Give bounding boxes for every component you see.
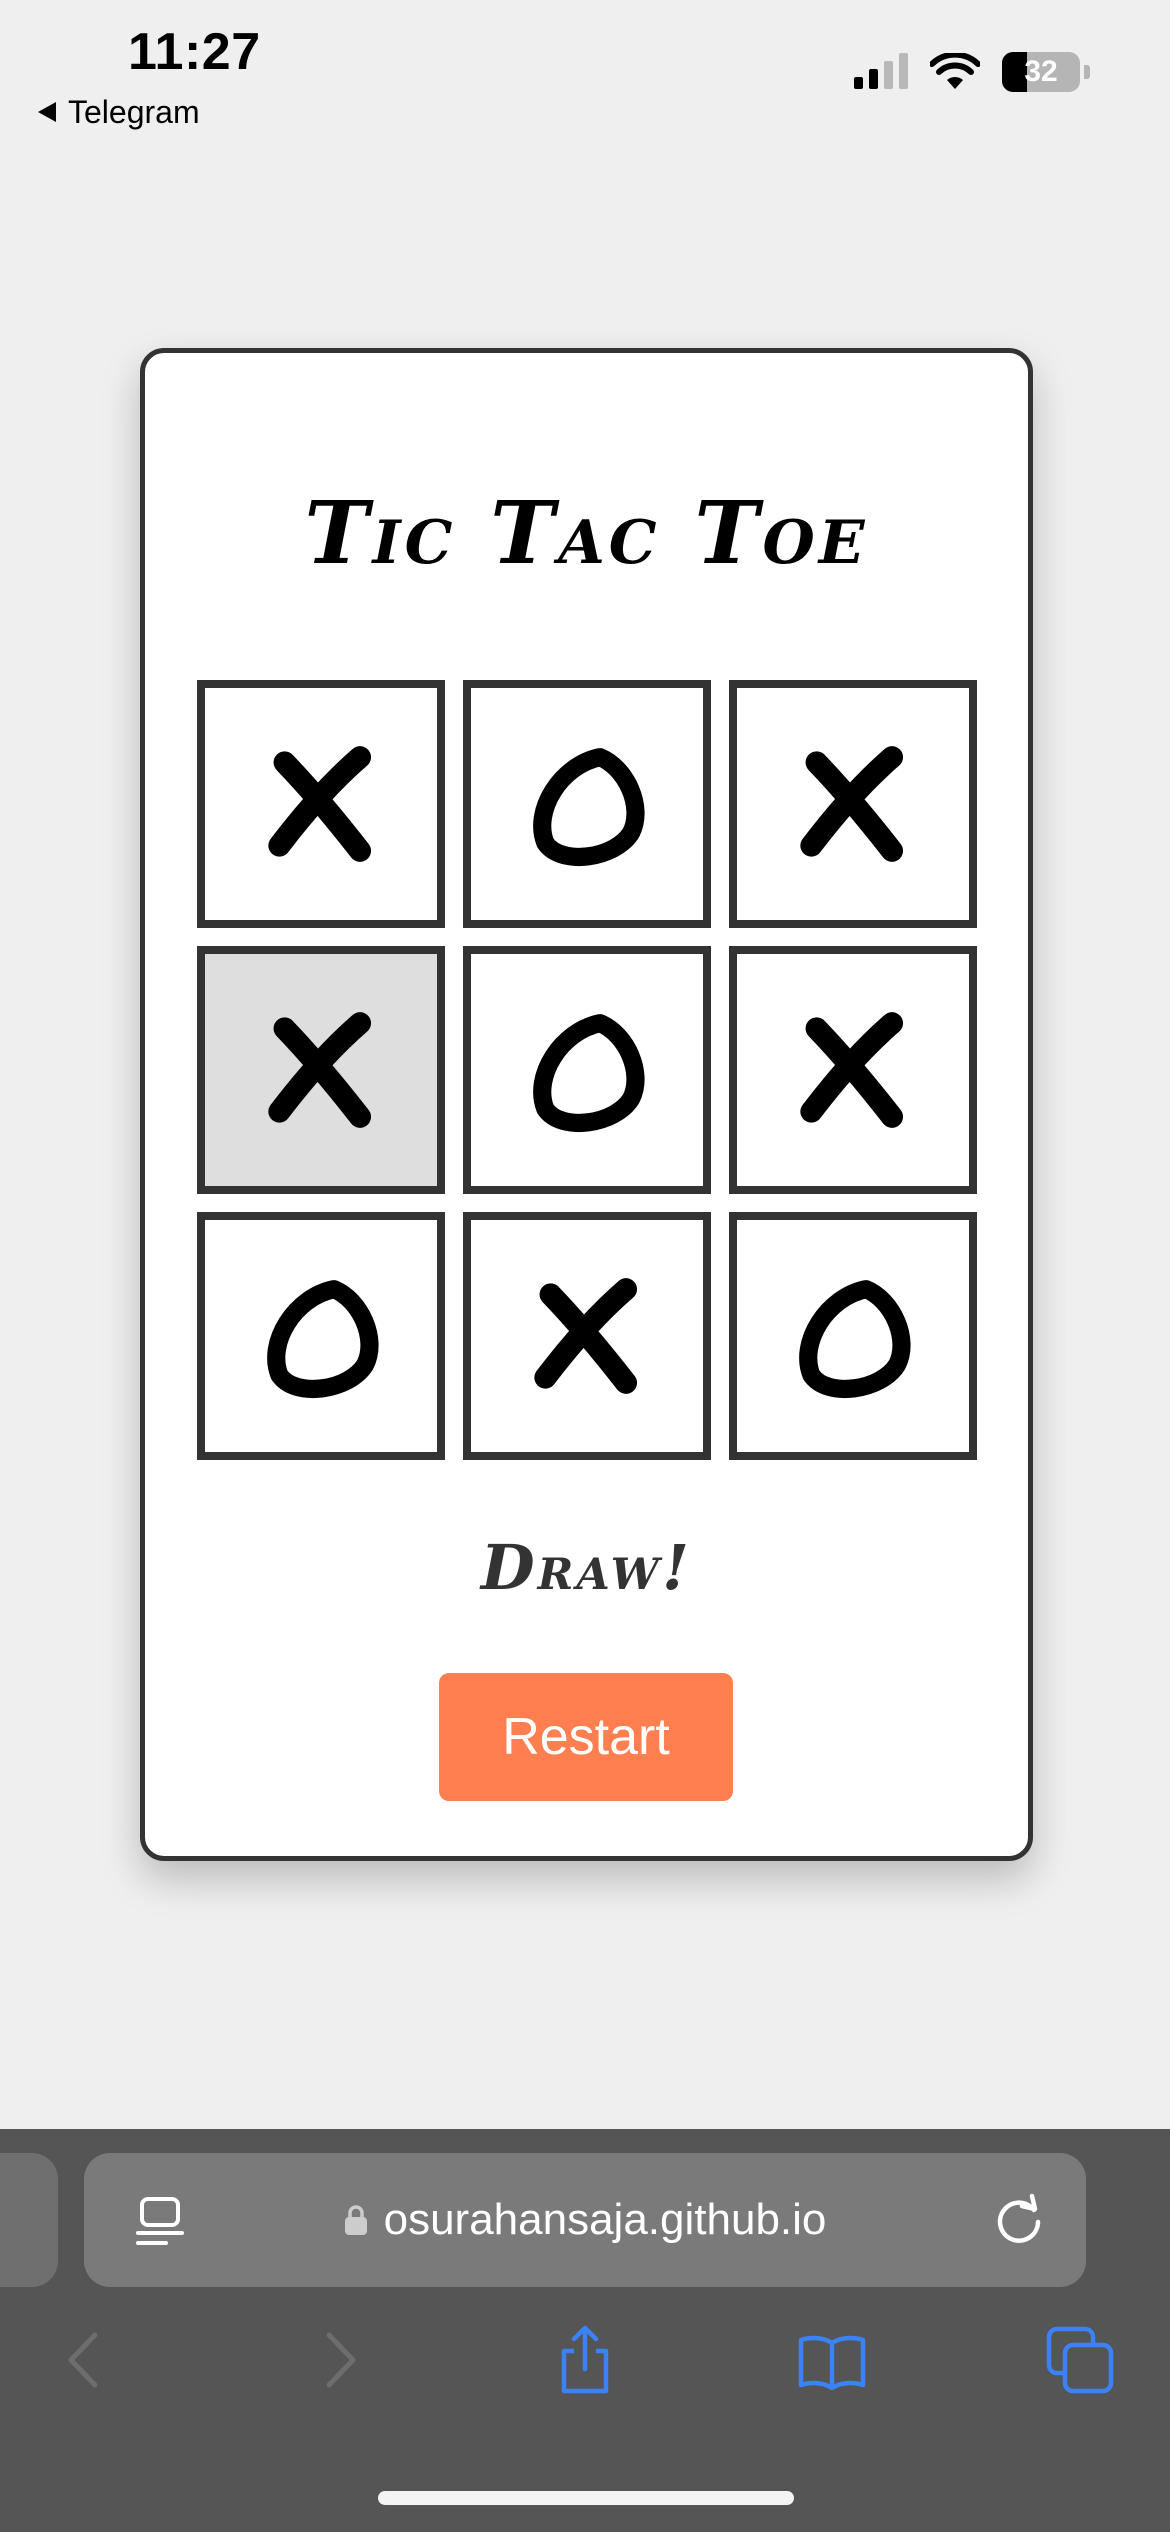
x-mark-icon [534, 1278, 638, 1394]
x-mark-icon [800, 1012, 904, 1128]
board-cell-x[interactable] [729, 946, 977, 1194]
back-triangle-icon [38, 102, 56, 122]
share-button[interactable] [545, 2320, 625, 2400]
screen: 11:27 Telegram 32 Tic Tac Toe Draw! Rest… [0, 0, 1170, 2532]
wifi-icon [930, 53, 980, 89]
board-cell-o[interactable] [463, 680, 711, 928]
o-mark-icon [533, 1014, 645, 1132]
game-result: Draw! [480, 1531, 693, 1604]
x-mark-icon [268, 746, 372, 862]
back-button[interactable] [46, 2320, 126, 2400]
forward-icon [326, 2332, 356, 2388]
bookmarks-icon [798, 2335, 866, 2391]
previous-tab-pill[interactable] [0, 2153, 58, 2287]
battery-level: 32 [1024, 55, 1058, 88]
game-title: Tic Tac Toe [304, 483, 869, 584]
browser-toolbar [0, 2320, 1170, 2410]
back-app-label: Telegram [68, 93, 200, 130]
game-board [197, 680, 981, 1464]
address-bar[interactable]: osurahansaja.github.io [84, 2153, 1086, 2287]
status-time: 11:27 [128, 23, 261, 81]
lock-icon [344, 2205, 367, 2235]
status-icons: 32 [854, 52, 1090, 92]
home-indicator[interactable] [378, 2491, 794, 2505]
tabs-icon [1046, 2326, 1114, 2394]
bookmarks-button[interactable] [792, 2320, 872, 2400]
tabs-button[interactable] [1040, 2320, 1120, 2400]
game-card: Tic Tac Toe Draw! Restart [140, 348, 1033, 1861]
board-cell-x[interactable] [463, 1212, 711, 1460]
back-to-telegram-link[interactable]: Telegram [38, 92, 200, 132]
board-cell-o[interactable] [463, 946, 711, 1194]
board-cell-o[interactable] [729, 1212, 977, 1460]
url-text: osurahansaja.github.io [383, 2195, 827, 2244]
reload-icon[interactable] [992, 2193, 1046, 2247]
board-cell-x[interactable] [197, 946, 445, 1194]
battery-tip [1084, 65, 1090, 79]
o-mark-icon [267, 1280, 379, 1398]
o-mark-icon [533, 748, 645, 866]
url-display: osurahansaja.github.io [84, 2153, 1086, 2287]
back-icon [68, 2332, 98, 2388]
battery-icon: 32 [1002, 52, 1080, 92]
share-icon [561, 2325, 609, 2394]
x-mark-icon [268, 1012, 372, 1128]
board-cell-x[interactable] [197, 680, 445, 928]
board-cell-o[interactable] [197, 1212, 445, 1460]
signal-icon [854, 53, 908, 89]
o-mark-icon [799, 1280, 911, 1398]
forward-button[interactable] [298, 2320, 378, 2400]
x-mark-icon [800, 746, 904, 862]
board-cell-x[interactable] [729, 680, 977, 928]
restart-button[interactable]: Restart [439, 1673, 733, 1801]
